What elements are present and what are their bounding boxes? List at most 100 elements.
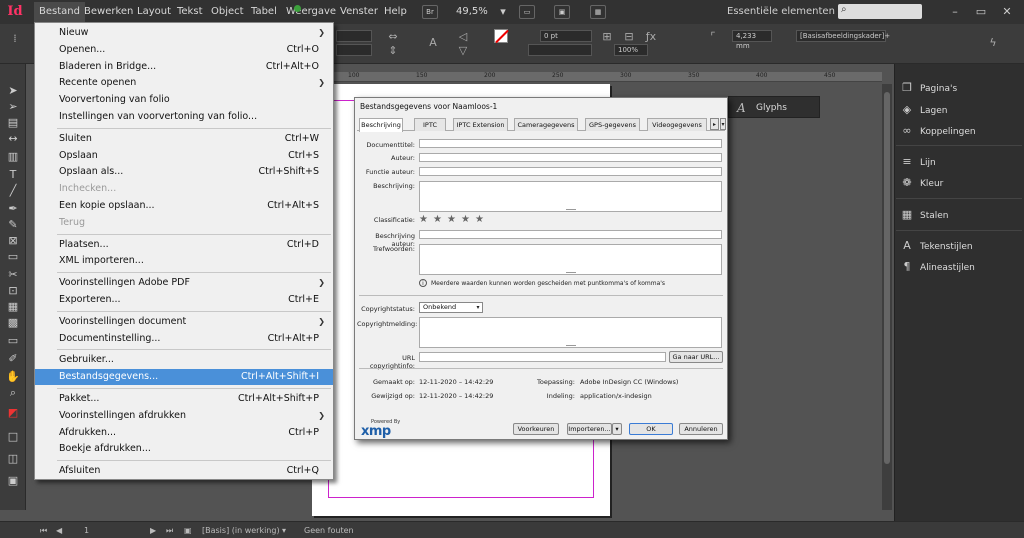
search-input[interactable]: ⌕ (838, 4, 922, 19)
tab-description[interactable]: Beschrijving (359, 118, 403, 132)
menu-help[interactable]: Help (384, 6, 407, 17)
corner-options-icon[interactable]: ⌜ (706, 30, 720, 44)
rating-star-icon[interactable]: ★ (447, 215, 456, 225)
hand-tool-icon[interactable]: ✋ (6, 370, 20, 384)
file-menu-item[interactable]: Plaatsen... Ctrl+D (35, 237, 333, 253)
panel-pages[interactable]: ❐ Pagina's (898, 80, 957, 96)
chevron-down-icon[interactable]: ▾ (474, 303, 482, 312)
file-menu-item[interactable]: Recente openen ❯ (35, 75, 333, 91)
rating-star-icon[interactable]: ★ (461, 215, 470, 225)
file-menu-item[interactable]: Afdrukken... Ctrl+P (35, 425, 333, 441)
goto-url-button[interactable]: Ga naar URL... (669, 351, 723, 363)
fill-color-swatch[interactable] (494, 29, 508, 43)
flip-horizontal-icon[interactable]: ◁ (456, 30, 470, 44)
object-style-field[interactable]: [Basisafbeeldingskader]+ (796, 30, 890, 42)
panel-swatches[interactable]: ▦ Stalen (898, 207, 949, 223)
effects-icon[interactable]: ƒx (644, 30, 658, 44)
fit-content-icon[interactable]: ⊟ (622, 30, 636, 44)
file-menu-item[interactable]: Bestandsgegevens... Ctrl+Alt+Shift+I (35, 369, 333, 386)
description-textarea[interactable] (419, 181, 722, 212)
scrollbar-thumb[interactable] (884, 92, 890, 464)
ok-button[interactable]: OK (629, 423, 673, 435)
menu-tabel[interactable]: Tabel (251, 6, 277, 17)
zoom-dropdown-icon[interactable]: ▾ (496, 5, 510, 18)
free-transform-tool-icon[interactable]: ⊡ (6, 284, 20, 298)
scissors-tool-icon[interactable]: ✂ (6, 268, 20, 282)
import-button[interactable]: Importeren... (567, 423, 612, 435)
glyphs-panel[interactable]: A Glyphs (728, 96, 820, 118)
tab-gps-data[interactable]: GPS-gegevens (585, 118, 640, 131)
y-position-field[interactable] (336, 44, 372, 56)
bridge-button[interactable]: Br (422, 5, 438, 19)
rating-star-icon[interactable]: ★ (433, 215, 442, 225)
tab-scroll-right-icon[interactable]: ▸ (710, 118, 719, 130)
import-dropdown-icon[interactable]: ▾ (612, 423, 622, 435)
tab-menu-icon[interactable]: ▾ (720, 118, 726, 130)
flip-vertical-icon[interactable]: ▽ (456, 44, 470, 58)
file-menu-item[interactable]: Exporteren... Ctrl+E (35, 292, 333, 308)
file-menu-item[interactable]: Sluiten Ctrl+W (35, 131, 333, 147)
file-menu-item[interactable]: Documentinstelling... Ctrl+Alt+P (35, 331, 333, 347)
menu-layout[interactable]: Layout (137, 6, 171, 17)
menu-venster[interactable]: Venster (340, 6, 378, 17)
description-writer-input[interactable] (419, 230, 722, 239)
file-menu-item[interactable]: Nieuw ❯ (35, 25, 333, 41)
file-menu-item[interactable]: Boekje afdrukken... (35, 441, 333, 457)
master-status[interactable]: [Basis] (in werking) (202, 526, 280, 535)
panel-stroke[interactable]: ≡ Lijn (898, 154, 935, 170)
x-position-field[interactable] (336, 30, 372, 42)
cancel-button[interactable]: Annuleren (679, 423, 723, 435)
menu-bewerken[interactable]: Bewerken (84, 6, 133, 17)
file-menu-item[interactable]: Opslaan als... Ctrl+Shift+S (35, 164, 333, 180)
note-tool-icon[interactable]: ▭ (6, 334, 20, 348)
stroke-type-field[interactable] (528, 44, 592, 56)
tab-video-data[interactable]: Videogegevens (647, 118, 707, 131)
menu-bestand[interactable]: Bestand (34, 2, 85, 24)
arrange-documents-icon[interactable]: ▦ (590, 5, 606, 19)
resize-grip[interactable] (566, 272, 576, 273)
tab-iptc-extension[interactable]: IPTC Extension (453, 118, 508, 131)
copyright-notice-textarea[interactable] (419, 317, 722, 348)
type-tool-icon[interactable]: T (6, 168, 20, 182)
resize-grip[interactable] (566, 209, 576, 210)
eyedropper-tool-icon[interactable]: ✐ (6, 352, 20, 366)
resize-grip[interactable] (566, 345, 576, 346)
line-tool-icon[interactable]: ╱ (6, 184, 20, 198)
fill-stroke-icon[interactable]: ◩ (6, 406, 20, 420)
file-menu-item[interactable]: Voorinstellingen document ❯ (35, 314, 333, 330)
file-menu-item[interactable]: Openen... Ctrl+O (35, 42, 333, 58)
file-menu-item[interactable]: Pakket... Ctrl+Alt+Shift+P (35, 391, 333, 407)
panel-character-styles[interactable]: A Tekenstijlen (898, 238, 972, 254)
menu-object[interactable]: Object (211, 6, 244, 17)
prev-page-icon[interactable]: ◀ (56, 526, 62, 535)
gap-tool-icon[interactable]: ↔ (6, 132, 20, 146)
page-tool-icon[interactable]: ▤ (6, 116, 20, 130)
rating-star-icon[interactable]: ★ (475, 215, 484, 225)
opacity-field[interactable]: 100% (614, 44, 648, 56)
rectangle-tool-icon[interactable]: ▭ (6, 250, 20, 264)
keywords-textarea[interactable] (419, 244, 722, 275)
screen-mode-tool-icon[interactable]: ▣ (6, 474, 20, 488)
page-number[interactable]: 1 (84, 526, 89, 535)
pencil-tool-icon[interactable]: ✎ (6, 218, 20, 232)
shear-icon[interactable]: A (426, 36, 440, 50)
rating-star-icon[interactable]: ★ (419, 215, 428, 225)
preflight-status[interactable]: Geen fouten (304, 526, 354, 535)
panel-color[interactable]: ❁ Kleur (898, 175, 943, 191)
last-page-icon[interactable]: ⏭ (166, 526, 173, 536)
copyright-url-input[interactable] (419, 352, 666, 362)
lightning-icon[interactable]: ϟ (986, 36, 1000, 50)
workspace-switcher[interactable]: Essentiële elementen ▾ (727, 6, 843, 17)
master-dropdown-icon[interactable]: ▾ (282, 526, 286, 535)
file-menu-item[interactable]: XML importeren... (35, 253, 333, 269)
next-page-icon[interactable]: ▶ (150, 526, 156, 535)
author-input[interactable] (419, 153, 722, 162)
apply-color-icon[interactable]: ◫ (6, 452, 20, 466)
close-icon[interactable]: ✕ (1000, 5, 1014, 18)
file-menu-item[interactable]: Een kopie opslaan... Ctrl+Alt+S (35, 198, 333, 214)
page-view-icon[interactable]: ▣ (184, 526, 192, 535)
file-menu-item[interactable]: Opslaan Ctrl+S (35, 148, 333, 164)
menu-tekst[interactable]: Tekst (177, 6, 202, 17)
dimension-field[interactable]: 4,233 mm (732, 30, 772, 50)
rectangle-frame-tool-icon[interactable]: ⊠ (6, 234, 20, 248)
